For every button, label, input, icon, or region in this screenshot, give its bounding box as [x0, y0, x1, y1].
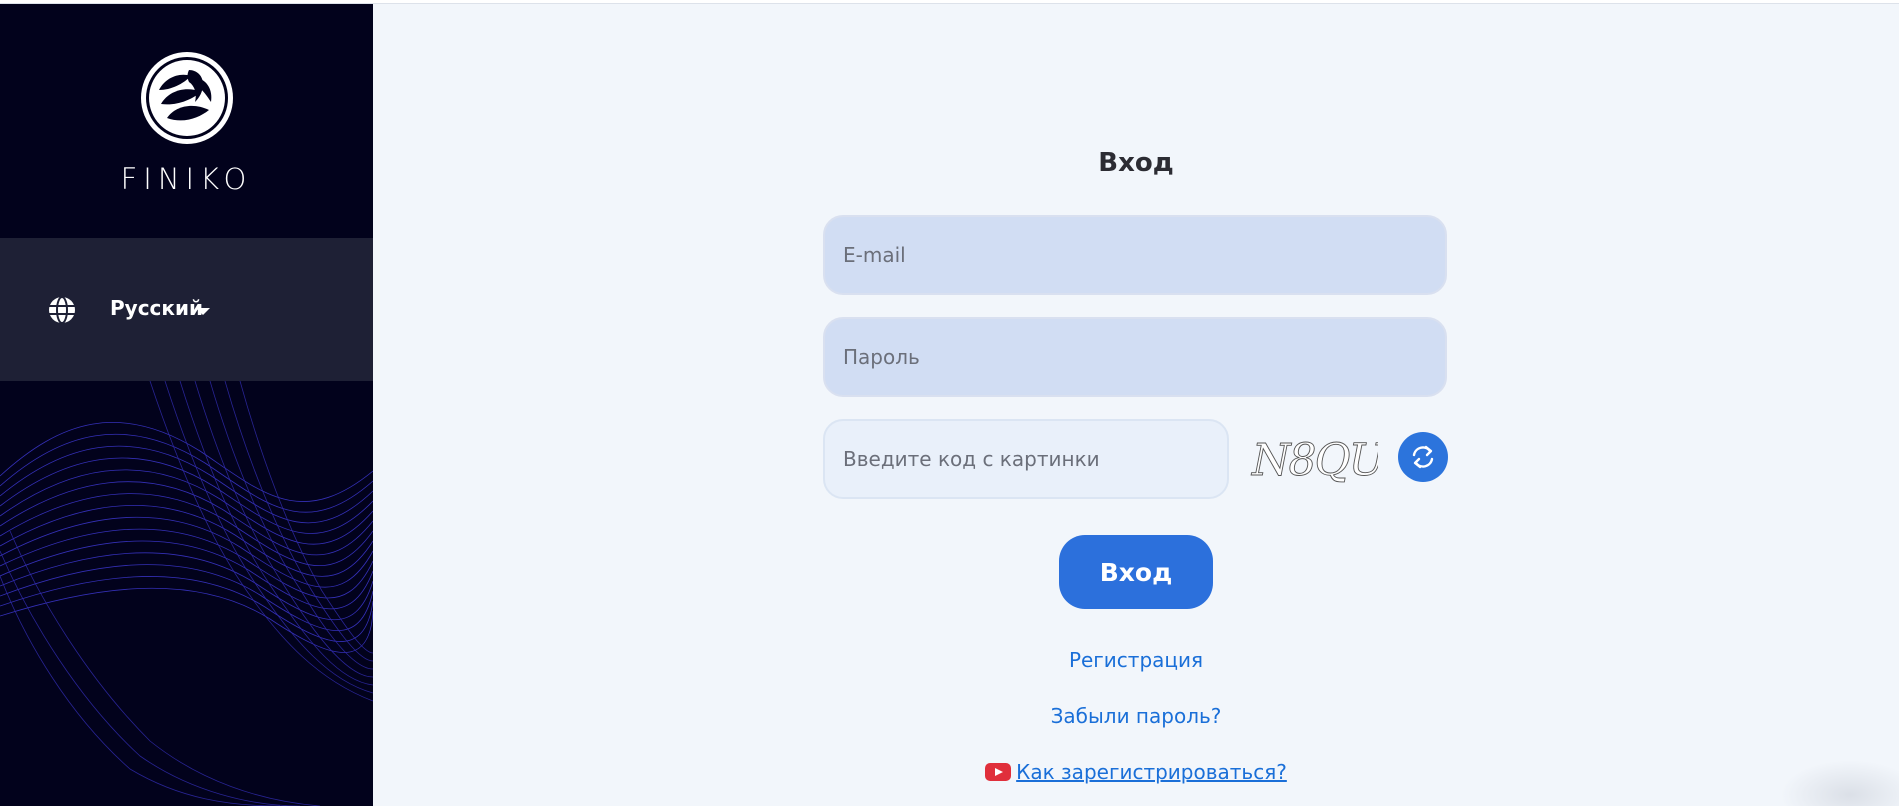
top-border: [0, 0, 1899, 4]
login-button[interactable]: Вход: [1059, 535, 1213, 609]
register-link[interactable]: Регистрация: [373, 648, 1899, 672]
language-selector[interactable]: Русский: [0, 238, 373, 381]
login-panel: Вход N8QU Вход Регистрация Забыли пароль…: [373, 4, 1899, 806]
chevron-down-icon[interactable]: [196, 308, 210, 315]
logo-emblem-icon: [140, 52, 233, 144]
howto-register-link[interactable]: Как зарегистрироваться?: [1016, 760, 1287, 784]
wave-decoration: [0, 381, 373, 806]
captcha-input[interactable]: [823, 419, 1229, 499]
page-title: Вход: [1098, 148, 1174, 178]
password-field[interactable]: [823, 317, 1447, 397]
refresh-captcha-button[interactable]: [1398, 432, 1448, 482]
sidebar: FINIKO Русский: [0, 4, 373, 806]
howto-row: Как зарегистрироваться?: [373, 760, 1899, 784]
email-field[interactable]: [823, 215, 1447, 295]
captcha-text: N8QU: [1251, 435, 1378, 486]
forgot-password-link[interactable]: Забыли пароль?: [373, 704, 1899, 728]
logo: FINIKO: [0, 4, 373, 238]
captcha-image: N8QU: [1251, 435, 1378, 487]
globe-icon: [49, 296, 75, 324]
logo-text: FINIKO: [120, 162, 253, 196]
youtube-icon[interactable]: [985, 762, 1012, 782]
refresh-icon: [1412, 445, 1434, 469]
language-label[interactable]: Русский: [110, 296, 203, 320]
corner-shadow: [1780, 760, 1899, 806]
